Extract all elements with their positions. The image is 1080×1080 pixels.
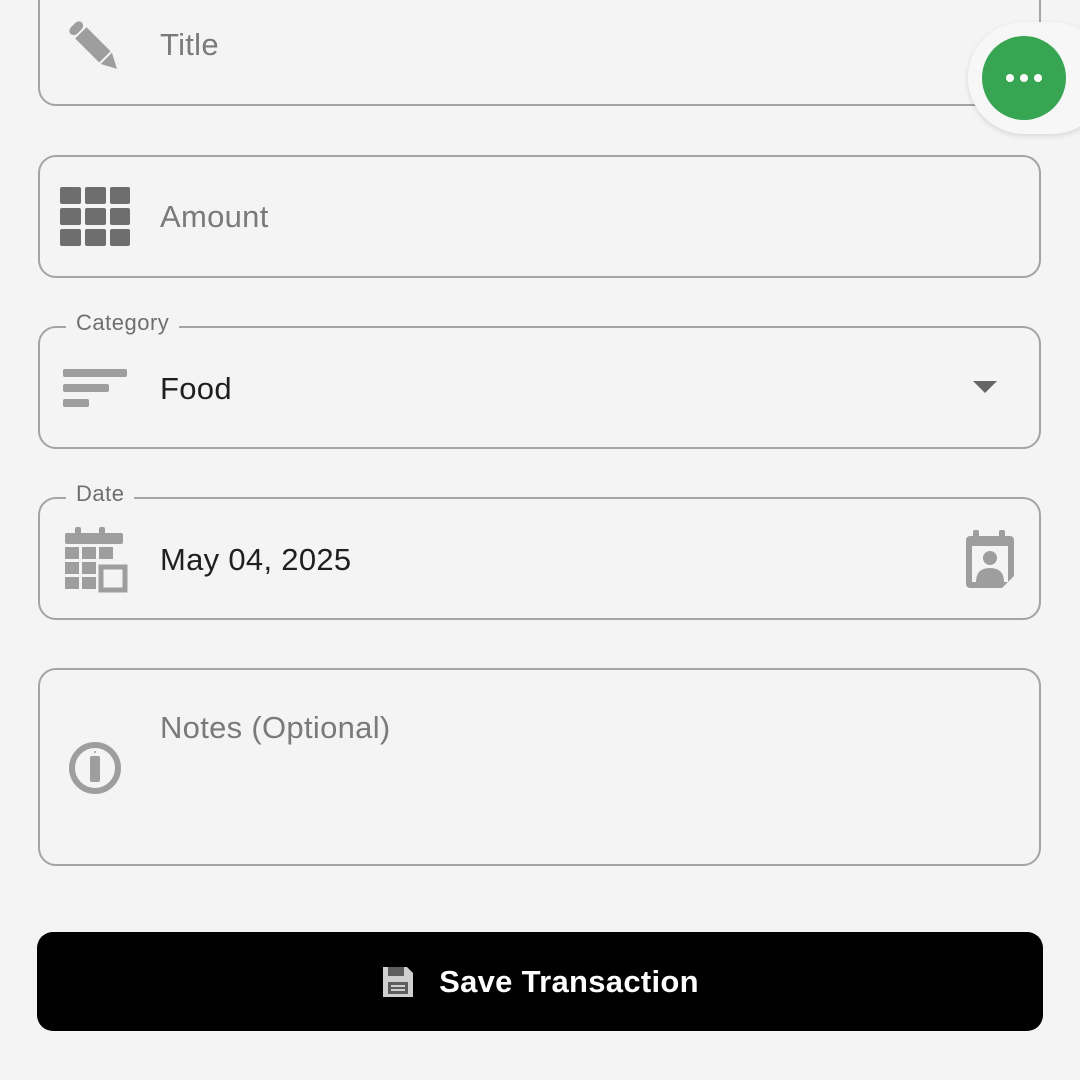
save-transaction-button[interactable]: Save Transaction [37,932,1043,1031]
transaction-form-screen: Title Amount Category Food Date May 04, … [0,0,1080,1080]
pencil-icon [60,12,130,82]
save-icon [381,965,415,999]
calendar-contact-icon[interactable] [955,524,1025,594]
calendar-icon [60,524,130,594]
category-label: Category [66,310,180,336]
sort-icon [60,353,130,423]
category-value: Food [160,371,232,406]
date-label: Date [66,481,135,507]
title-placeholder: Title [160,27,219,62]
category-dropdown[interactable]: Category Food [38,310,1041,449]
info-icon [60,733,130,803]
amount-field[interactable]: Amount [38,155,1041,278]
keypad-icon [60,182,130,252]
notes-field[interactable]: Notes (Optional) [38,668,1041,866]
more-options-button[interactable] [982,36,1066,120]
chevron-down-icon[interactable] [973,381,997,393]
amount-placeholder: Amount [160,199,269,234]
title-field[interactable]: Title [38,0,1041,106]
date-field[interactable]: Date May 04, 2025 [38,481,1041,620]
save-button-label: Save Transaction [439,963,699,999]
more-horizontal-icon [1006,74,1042,82]
date-value: May 04, 2025 [160,542,352,577]
notes-placeholder: Notes (Optional) [160,710,391,745]
fab-container [968,22,1080,134]
